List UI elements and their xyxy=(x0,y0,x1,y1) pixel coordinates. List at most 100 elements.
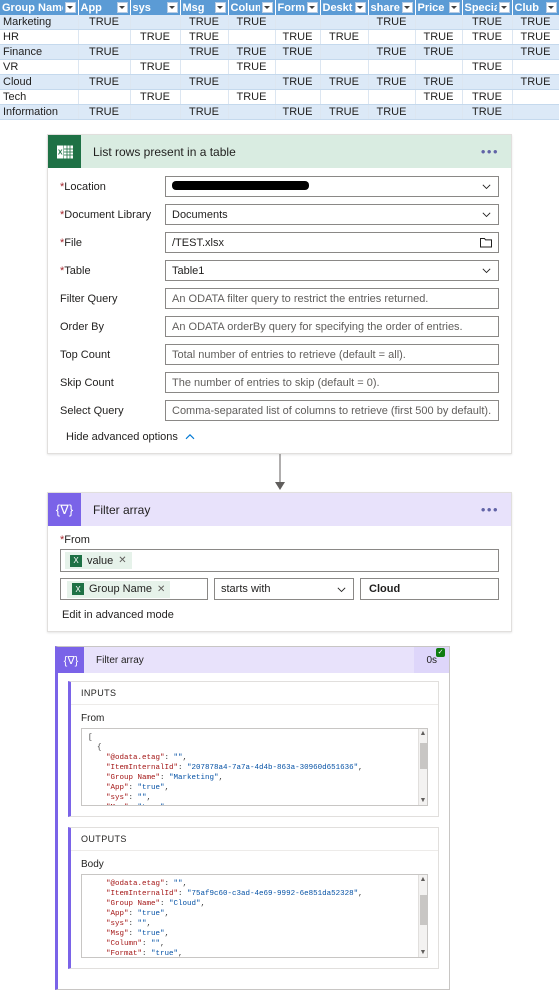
field-placeholder-top-count: Total number of entries to retrieve (def… xyxy=(172,348,406,361)
field-input-file[interactable]: /TEST.xlsx xyxy=(165,232,499,253)
outputs-code-box[interactable]: "@odata.etag": "", "ItemInternalId": "75… xyxy=(81,874,428,958)
condition-operator-select[interactable]: starts with xyxy=(214,578,354,600)
filter-dropdown-icon[interactable] xyxy=(116,2,128,13)
run-history-panel: {∇} Filter array 0s ✓ INPUTS From [ { "@… xyxy=(55,646,450,990)
column-header-label: App xyxy=(80,1,102,14)
field-input-document-library[interactable]: Documents xyxy=(165,204,499,225)
outputs-block: OUTPUTS Body "@odata.etag": "", "ItemInt… xyxy=(68,827,439,969)
filter-dropdown-icon[interactable] xyxy=(261,2,273,13)
condition-left-token-remove-icon[interactable]: ✕ xyxy=(157,584,165,595)
cell-format xyxy=(275,89,321,105)
filter-dropdown-icon[interactable] xyxy=(214,2,226,13)
chevron-down-icon[interactable] xyxy=(481,181,492,192)
cell-desktop xyxy=(320,15,369,30)
field-input-order-by[interactable]: An ODATA orderBy query for specifying th… xyxy=(165,316,499,337)
list-rows-card[interactable]: X List rows present in a table ••• *Loca… xyxy=(47,134,512,454)
chevron-down-icon[interactable] xyxy=(481,265,492,276)
field-input-table[interactable]: Table1 xyxy=(165,260,499,281)
cell-app: TRUE xyxy=(78,74,131,90)
edit-advanced-mode-link[interactable]: Edit in advanced mode xyxy=(62,609,499,621)
filter-dropdown-icon[interactable] xyxy=(166,2,178,13)
table-row: Information TRUE TRUE TRUE TRUE TRUE TRUE xyxy=(0,104,559,120)
cell-club xyxy=(512,104,559,120)
column-header-club[interactable]: Club xyxy=(512,0,559,15)
column-header-app[interactable]: App xyxy=(78,0,131,15)
cell-column xyxy=(228,74,276,90)
chevron-down-icon[interactable] xyxy=(481,209,492,220)
filter-dropdown-icon[interactable] xyxy=(64,2,76,13)
from-token-remove-icon[interactable]: ✕ xyxy=(118,555,126,566)
cell-shared xyxy=(368,59,416,75)
cell-club xyxy=(512,59,559,75)
field-value-file: /TEST.xlsx xyxy=(172,236,224,249)
field-input-skip-count[interactable]: The number of entries to skip (default =… xyxy=(165,372,499,393)
list-rows-card-menu-button[interactable]: ••• xyxy=(481,144,511,159)
cell-special: TRUE xyxy=(462,59,513,75)
field-label-skip-count: Skip Count xyxy=(60,377,165,389)
run-history-header[interactable]: {∇} Filter array 0s ✓ xyxy=(58,647,449,673)
table-row: Finance TRUE TRUE TRUE TRUE TRUE TRUE TRUE xyxy=(0,44,559,60)
from-token[interactable]: X value ✕ xyxy=(65,552,132,569)
scroll-down-icon[interactable]: ▼ xyxy=(420,797,427,804)
list-rows-card-header[interactable]: X List rows present in a table ••• xyxy=(48,135,511,168)
folder-icon[interactable] xyxy=(480,237,492,248)
cell-shared xyxy=(368,29,416,45)
inputs-scrollbar[interactable]: ▲ ▼ xyxy=(418,729,427,805)
filter-dropdown-icon[interactable] xyxy=(306,2,318,13)
scroll-up-icon[interactable]: ▲ xyxy=(420,876,427,883)
svg-text:X: X xyxy=(57,149,62,156)
column-header-group-name[interactable]: Group Name xyxy=(0,0,79,15)
from-input[interactable]: X value ✕ xyxy=(60,549,499,572)
filter-array-card-menu-button[interactable]: ••• xyxy=(481,502,511,517)
inputs-json: [ { "@odata.etag": "", "ItemInternalId":… xyxy=(88,734,363,805)
cell-special: TRUE xyxy=(462,15,513,30)
outputs-scrollbar[interactable]: ▲ ▼ xyxy=(418,875,427,957)
cell-group-name: Tech xyxy=(0,89,79,105)
column-header-price[interactable]: Price xyxy=(415,0,463,15)
cell-price xyxy=(415,15,463,30)
field-row-top-count: Top Count Total number of entries to retr… xyxy=(60,344,499,365)
hide-advanced-options-toggle[interactable]: Hide advanced options xyxy=(66,431,499,443)
cell-group-name: VR xyxy=(0,59,79,75)
field-label-text: Location xyxy=(64,180,106,193)
filter-array-card-body: *From X value ✕ X Group Name ✕ starts wi… xyxy=(48,526,511,631)
field-placeholder-skip-count: The number of entries to skip (default =… xyxy=(172,376,380,389)
field-input-filter-query[interactable]: An ODATA filter query to restrict the en… xyxy=(165,288,499,309)
scroll-thumb[interactable] xyxy=(419,743,427,769)
filter-dropdown-icon[interactable] xyxy=(448,2,460,13)
scroll-down-icon[interactable]: ▼ xyxy=(420,949,427,956)
filter-array-card-header[interactable]: {∇} Filter array ••• xyxy=(48,493,511,526)
condition-left-token[interactable]: X Group Name ✕ xyxy=(67,580,171,598)
filter-array-card[interactable]: {∇} Filter array ••• *From X value ✕ X G… xyxy=(47,492,512,632)
field-label-order-by: Order By xyxy=(60,321,165,333)
cell-shared: TRUE xyxy=(368,104,416,120)
scroll-up-icon[interactable]: ▲ xyxy=(420,730,427,737)
chevron-up-icon[interactable] xyxy=(184,431,196,443)
column-header-shared[interactable]: shared xyxy=(368,0,416,15)
filter-dropdown-icon[interactable] xyxy=(498,2,510,13)
field-input-top-count[interactable]: Total number of entries to retrieve (def… xyxy=(165,344,499,365)
column-header-sys[interactable]: sys xyxy=(130,0,181,15)
cell-special xyxy=(462,44,513,60)
filter-dropdown-icon[interactable] xyxy=(401,2,413,13)
cell-desktop xyxy=(320,59,369,75)
filter-dropdown-icon[interactable] xyxy=(354,2,366,13)
cell-special xyxy=(462,74,513,90)
condition-value-input[interactable]: Cloud xyxy=(360,578,499,600)
scroll-thumb[interactable] xyxy=(419,895,427,925)
condition-left-input[interactable]: X Group Name ✕ xyxy=(60,578,208,600)
column-header-special[interactable]: Special xyxy=(462,0,513,15)
column-header-desktop[interactable]: Desktop xyxy=(320,0,369,15)
cell-msg: TRUE xyxy=(180,44,229,60)
column-header-msg[interactable]: Msg xyxy=(180,0,229,15)
inputs-code-box[interactable]: [ { "@odata.etag": "", "ItemInternalId":… xyxy=(81,728,428,806)
field-value-document-library: Documents xyxy=(172,208,228,221)
filter-dropdown-icon[interactable] xyxy=(545,2,557,13)
column-header-column[interactable]: Column xyxy=(228,0,276,15)
cell-special: TRUE xyxy=(462,104,513,120)
excel-icon: X xyxy=(48,135,81,168)
column-header-format[interactable]: Format xyxy=(275,0,321,15)
field-input-location[interactable] xyxy=(165,176,499,197)
field-value-location xyxy=(172,180,481,193)
field-input-select-query[interactable]: Comma-separated list of columns to retri… xyxy=(165,400,499,421)
